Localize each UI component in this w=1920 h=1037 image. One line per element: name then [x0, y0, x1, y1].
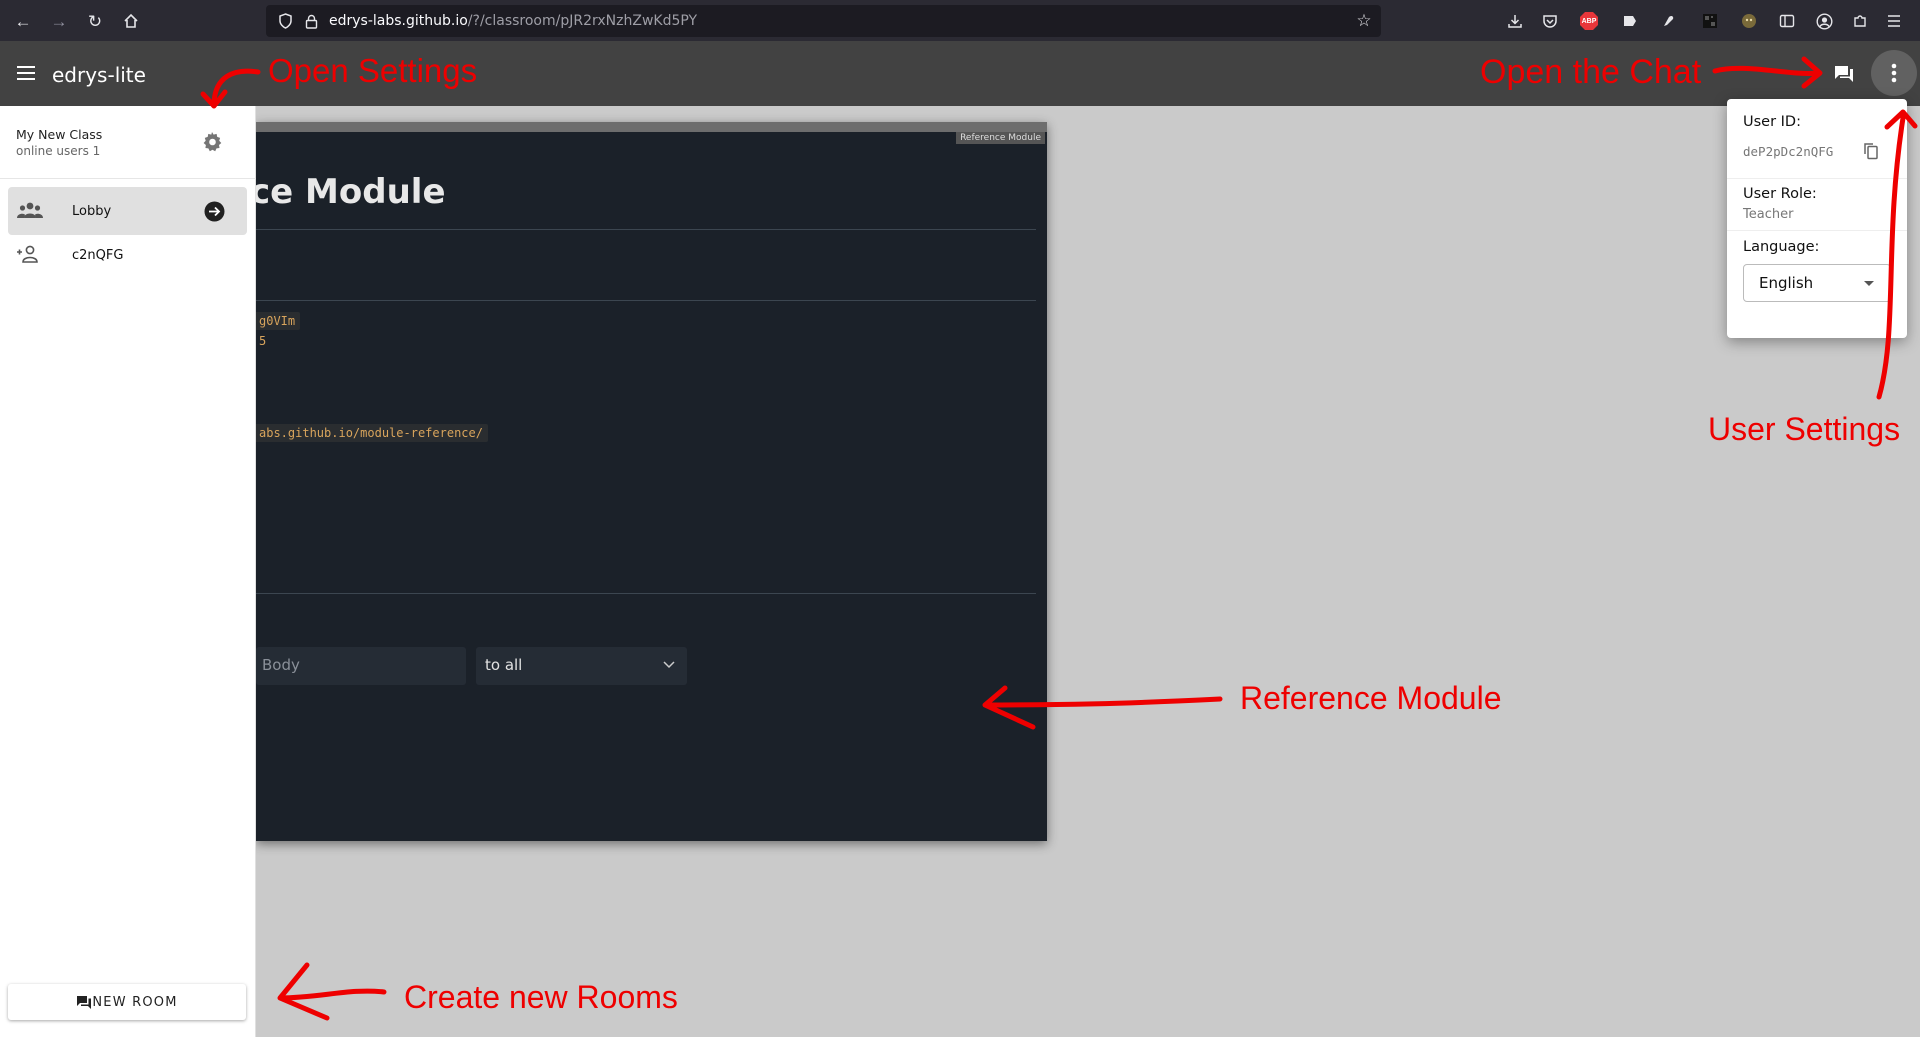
browser-toolbar: ← → ↻ edrys-labs.github.io/?/classroom/p…	[0, 0, 1920, 41]
divider	[256, 593, 1036, 594]
sidebar-drawer: My New Class online users 1 Lobby c2nQFG…	[0, 106, 256, 1037]
group-icon	[17, 202, 43, 218]
reference-module: Reference Module ce Module g0VIm 5 abs.g…	[256, 122, 1047, 841]
settings-button[interactable]	[200, 130, 228, 158]
user-id-label: User ID:	[1743, 114, 1801, 130]
gear-icon	[203, 132, 222, 152]
code-snippet: 5	[259, 334, 267, 348]
forward-icon[interactable]: →	[46, 8, 72, 34]
dropdown-arrow-icon	[1864, 281, 1874, 286]
chat-icon	[1835, 66, 1853, 82]
pin-icon[interactable]	[1655, 8, 1681, 34]
divider	[256, 300, 1036, 301]
language-select[interactable]: English	[1743, 264, 1891, 302]
chat-button[interactable]	[1828, 61, 1860, 87]
target-select[interactable]: to all	[476, 647, 687, 685]
module-title: ce Module	[256, 172, 446, 212]
code-snippet: abs.github.io/module-reference/	[256, 424, 488, 442]
user-role-label: User Role:	[1743, 186, 1817, 202]
home-icon[interactable]	[118, 8, 144, 34]
chat-icon	[77, 995, 92, 1009]
sidebar-item-c2nqfg[interactable]: c2nQFG	[8, 231, 247, 279]
arrow-forward-icon[interactable]	[204, 201, 225, 222]
url-host: edrys-labs.github.io	[329, 13, 468, 29]
more-vert-icon	[1891, 63, 1897, 83]
extension-icon[interactable]	[1616, 8, 1642, 34]
online-users: online users 1	[16, 144, 101, 158]
open-chat-annotation: Open the Chat	[1480, 53, 1702, 91]
new-room-button[interactable]: NEW ROOM	[8, 984, 246, 1020]
divider	[1727, 230, 1907, 231]
url-bar[interactable]: edrys-labs.github.io/?/classroom/pJR2rxN…	[266, 5, 1381, 37]
user-id-value: deP2pDc2nQFG	[1743, 144, 1834, 159]
create-rooms-annotation: Create new Rooms	[404, 979, 678, 1015]
app-title: edrys-lite	[52, 63, 146, 87]
person-add-icon	[17, 245, 38, 263]
divider	[256, 229, 1036, 230]
adblock-label: ABP	[1581, 17, 1597, 25]
lock-icon[interactable]	[298, 8, 324, 34]
url-text: edrys-labs.github.io/?/classroom/pJR2rxN…	[329, 13, 697, 29]
language-value: English	[1759, 274, 1814, 292]
module-tag: Reference Module	[956, 132, 1045, 144]
reload-icon[interactable]: ↻	[82, 8, 108, 34]
user-settings-menu: User ID: deP2pDc2nQFG User Role: Teacher…	[1727, 99, 1907, 338]
sidebar-icon[interactable]	[1774, 8, 1800, 34]
puzzle-icon[interactable]	[1847, 8, 1873, 34]
account-icon[interactable]	[1811, 8, 1837, 34]
qr-icon[interactable]	[1697, 8, 1723, 34]
back-icon[interactable]: ←	[10, 8, 36, 34]
menu-icon[interactable]	[1881, 8, 1907, 34]
star-icon[interactable]: ☆	[1351, 8, 1377, 34]
avatar-icon[interactable]	[1736, 8, 1762, 34]
sidebar-item-label: Lobby	[72, 204, 112, 219]
adblock-icon[interactable]: ABP	[1576, 8, 1602, 34]
download-icon[interactable]	[1502, 8, 1528, 34]
hamburger-icon[interactable]	[16, 65, 38, 83]
language-label: Language:	[1743, 239, 1820, 255]
url-path: /?/classroom/pJR2rxNzhZwKd5PY	[467, 13, 698, 29]
more-options-button[interactable]	[1871, 50, 1917, 96]
divider	[1727, 178, 1907, 179]
chevron-down-icon	[663, 661, 675, 669]
code-snippet: g0VIm	[256, 312, 301, 330]
user-role-value: Teacher	[1743, 207, 1794, 222]
user-settings-annotation: User Settings	[1708, 411, 1901, 447]
new-room-label: NEW ROOM	[92, 994, 178, 1010]
divider	[0, 178, 256, 179]
target-select-value: to all	[485, 656, 523, 674]
reference-module-annotation: Reference Module	[1240, 680, 1502, 716]
shield-icon[interactable]	[272, 8, 298, 34]
pocket-icon[interactable]	[1537, 8, 1563, 34]
sidebar-item-label: c2nQFG	[72, 248, 124, 263]
copy-button[interactable]	[1863, 142, 1883, 162]
body-input[interactable]: Body	[256, 647, 466, 685]
sidebar-item-lobby[interactable]: Lobby	[8, 187, 247, 235]
create-rooms-arrow	[277, 962, 387, 1021]
copy-icon	[1864, 143, 1878, 160]
open-settings-annotation: Open Settings	[268, 52, 478, 89]
class-name: My New Class	[16, 127, 103, 142]
